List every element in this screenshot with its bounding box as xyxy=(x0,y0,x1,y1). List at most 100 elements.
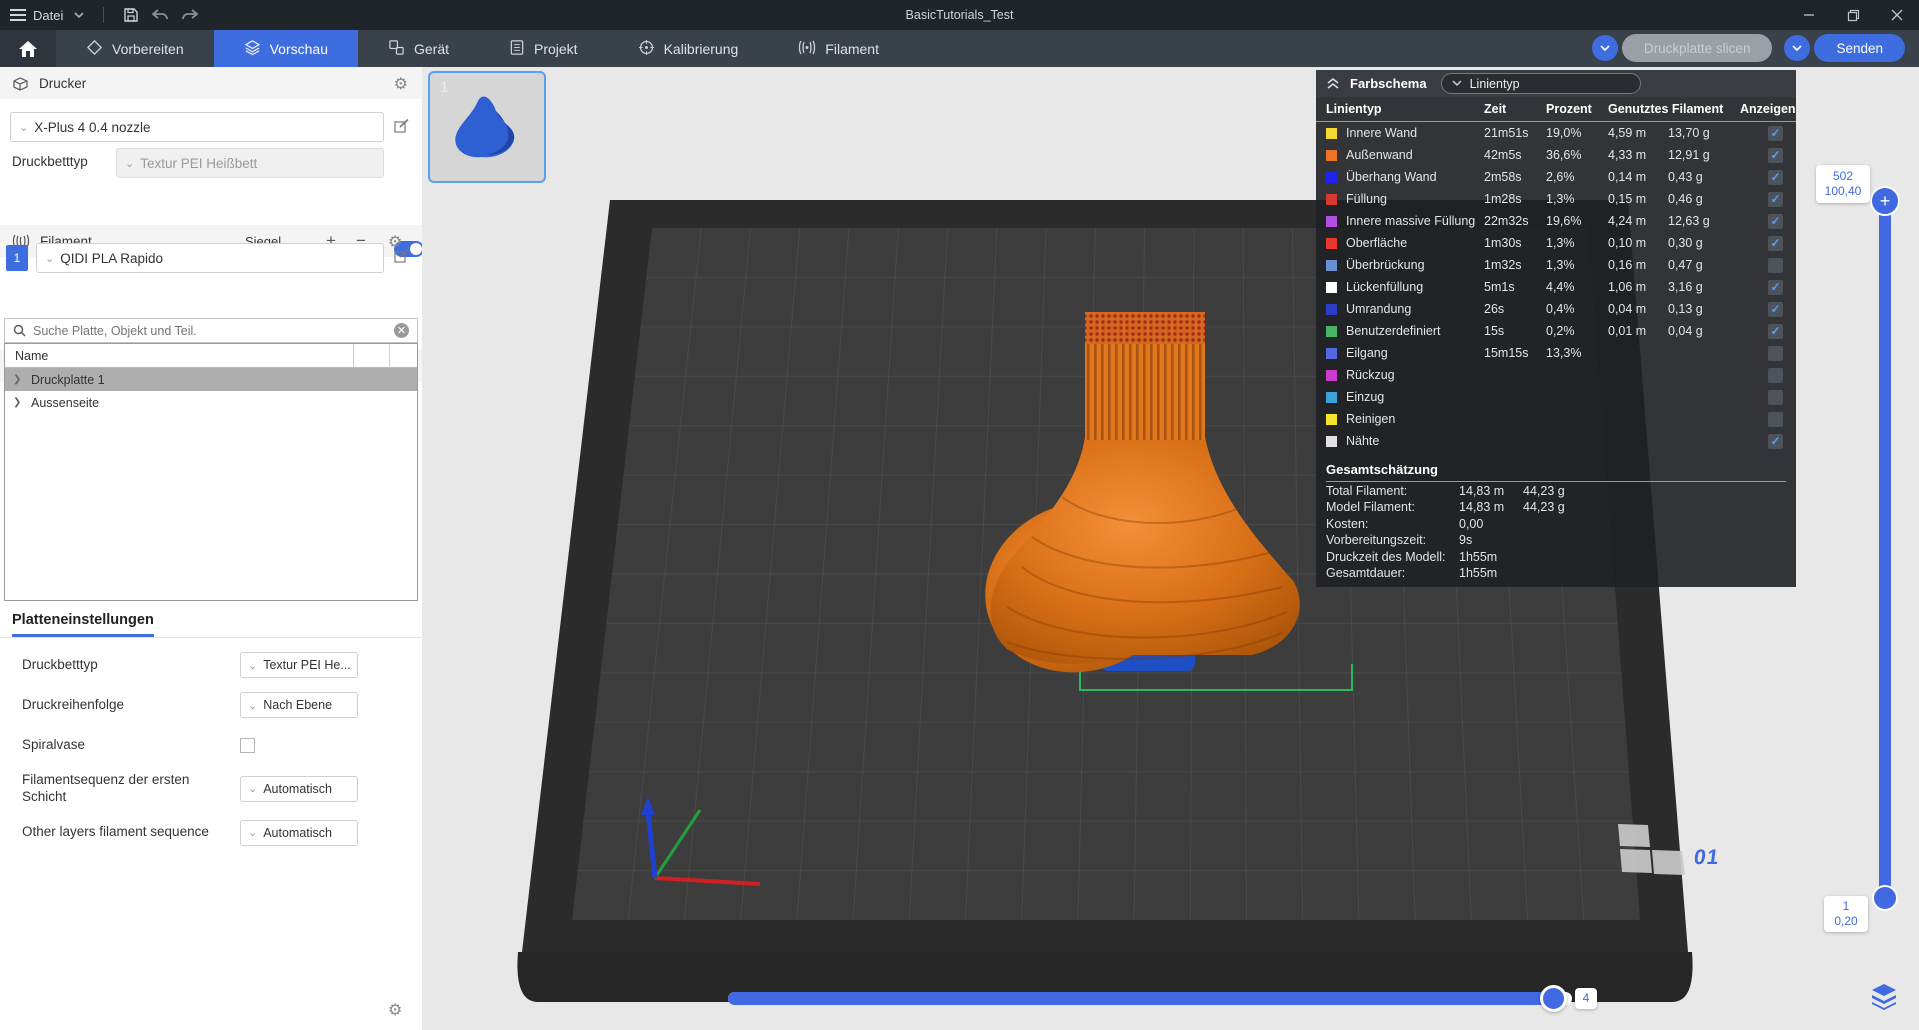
plate-setting-row: Druckbetttyp⌄Textur PEI He... xyxy=(22,652,422,678)
plate-setting-select[interactable]: ⌄Automatisch xyxy=(240,776,358,802)
line-type-color-swatch xyxy=(1326,128,1337,139)
slice-plate-button[interactable]: Druckplatte slicen xyxy=(1622,34,1773,62)
minimize-button[interactable] xyxy=(1787,0,1831,30)
plate-setting-select[interactable]: ⌄Textur PEI He... xyxy=(240,652,358,678)
show-line-type-checkbox[interactable] xyxy=(1768,412,1783,427)
tree-row[interactable]: ❯Aussenseite xyxy=(5,391,417,414)
show-line-type-checkbox[interactable] xyxy=(1768,368,1783,383)
totals-section: Gesamtschätzung Total Filament:14,83 m44… xyxy=(1316,458,1796,581)
expand-chevron-icon[interactable]: ❯ xyxy=(13,374,23,385)
step-slider-track[interactable] xyxy=(728,992,1572,1005)
nav-tab-projekt[interactable]: Projekt xyxy=(479,30,608,67)
title-bar: Datei BasicTutorials_Test xyxy=(0,0,1919,30)
line-type-row: Reinigen xyxy=(1316,408,1796,430)
send-button[interactable]: Senden xyxy=(1814,34,1905,62)
show-line-type-checkbox[interactable]: ✓ xyxy=(1768,170,1783,185)
home-button[interactable] xyxy=(0,30,56,67)
nav-tab-vorschau[interactable]: Vorschau xyxy=(214,30,358,67)
expand-chevron-icon[interactable]: ❯ xyxy=(13,397,23,408)
line-type-color-swatch xyxy=(1326,282,1337,293)
bed-type-select[interactable]: ⌄Textur PEI Heißbett xyxy=(116,148,384,178)
total-row: Vorbereitungszeit:9s xyxy=(1326,533,1786,549)
spiral-vase-checkbox[interactable] xyxy=(240,738,255,753)
line-type-row: Überbrückung1m32s1,3%0,16 m0,47 g xyxy=(1316,254,1796,276)
plate-setting-row: Spiralvase xyxy=(22,732,422,758)
redo-icon[interactable] xyxy=(180,7,200,23)
save-icon[interactable] xyxy=(122,6,140,24)
printer-settings-gear-icon[interactable]: ⚙ xyxy=(394,74,408,93)
preview-icon xyxy=(244,39,261,59)
search-icon xyxy=(13,324,26,337)
step-slider-handle[interactable] xyxy=(1540,985,1567,1012)
show-line-type-checkbox[interactable]: ✓ xyxy=(1768,214,1783,229)
line-type-row: Lückenfüllung5m1s4,4%1,06 m3,16 g✓ xyxy=(1316,276,1796,298)
bed-type-value: Textur PEI Heißbett xyxy=(140,156,257,171)
window-title: BasicTutorials_Test xyxy=(0,8,1919,22)
plate-setting-row: Druckreihenfolge⌄Nach Ebene xyxy=(22,692,422,718)
layer-slider-track[interactable] xyxy=(1879,195,1891,900)
plate-settings-title[interactable]: Platteneinstellungen xyxy=(12,612,154,637)
hamburger-icon xyxy=(10,9,26,21)
search-input[interactable] xyxy=(33,324,387,338)
show-line-type-checkbox[interactable]: ✓ xyxy=(1768,148,1783,163)
show-line-type-checkbox[interactable]: ✓ xyxy=(1768,192,1783,207)
nav-tab-filament[interactable]: Filament xyxy=(768,30,909,67)
chevron-down-icon[interactable] xyxy=(73,11,85,19)
show-line-type-checkbox[interactable] xyxy=(1768,258,1783,273)
plate-thumbnail[interactable]: 1 xyxy=(428,71,546,183)
main-nav: VorbereitenVorschauGerätProjektKalibrier… xyxy=(0,30,1919,67)
nav-tab-gerät[interactable]: Gerät xyxy=(358,30,479,67)
undo-icon[interactable] xyxy=(150,7,170,23)
filament-settings-gear-icon[interactable]: ⚙ xyxy=(388,232,402,251)
total-row: Druckzeit des Modell:1h55m xyxy=(1326,549,1786,565)
edit-filament-icon[interactable] xyxy=(394,249,410,265)
totals-title: Gesamtschätzung xyxy=(1326,458,1786,482)
plate-thumbnail-number: 1 xyxy=(440,79,448,96)
layers-view-icon[interactable] xyxy=(1869,982,1899,1010)
nav-tab-kalibrierung[interactable]: Kalibrierung xyxy=(608,30,769,67)
sidebar-bottom-gear-icon[interactable]: ⚙ xyxy=(388,1000,402,1019)
search-box: ✕ xyxy=(4,318,418,343)
object-tree: Name ❯Druckplatte 1❯Aussenseite xyxy=(4,343,418,601)
line-type-color-swatch xyxy=(1326,326,1337,337)
project-icon xyxy=(509,39,525,59)
layer-slider-bottom-handle[interactable] xyxy=(1872,885,1898,911)
total-row: Total Filament:14,83 m44,23 g xyxy=(1326,483,1786,499)
close-button[interactable] xyxy=(1875,0,1919,30)
send-dropdown-button[interactable] xyxy=(1784,35,1810,61)
clear-search-icon[interactable]: ✕ xyxy=(394,323,409,338)
total-row: Gesamtdauer:1h55m xyxy=(1326,566,1786,582)
show-line-type-checkbox[interactable]: ✓ xyxy=(1768,236,1783,251)
show-line-type-checkbox[interactable]: ✓ xyxy=(1768,280,1783,295)
filament-select[interactable]: ⌄QIDI PLA Rapido xyxy=(36,243,384,273)
tree-row[interactable]: ❯Druckplatte 1 xyxy=(5,368,417,391)
line-type-row: Oberfläche1m30s1,3%0,10 m0,30 g✓ xyxy=(1316,232,1796,254)
edit-printer-icon[interactable] xyxy=(394,119,410,135)
plate-setting-select[interactable]: ⌄Automatisch xyxy=(240,820,358,846)
color-scheme-mode-select[interactable]: Linientyp xyxy=(1441,73,1641,94)
line-type-color-swatch xyxy=(1326,304,1337,315)
file-menu[interactable]: Datei xyxy=(10,8,63,23)
show-line-type-checkbox[interactable] xyxy=(1768,390,1783,405)
filament-slot-badge[interactable]: 1 xyxy=(6,245,28,271)
slice-dropdown-button[interactable] xyxy=(1592,35,1618,61)
show-line-type-checkbox[interactable] xyxy=(1768,346,1783,361)
plate-settings-section: Platteneinstellungen Druckbetttyp⌄Textur… xyxy=(0,612,422,846)
show-line-type-checkbox[interactable]: ✓ xyxy=(1768,434,1783,449)
collapse-panel-icon[interactable] xyxy=(1326,77,1340,90)
layer-slider-top-handle[interactable]: + xyxy=(1870,186,1900,216)
show-line-type-checkbox[interactable]: ✓ xyxy=(1768,324,1783,339)
filament-icon xyxy=(798,40,816,58)
printer-select[interactable]: ⌄X-Plus 4 0.4 nozzle xyxy=(10,112,384,142)
layer-slider-top-tooltip: 502100,40 xyxy=(1816,165,1870,203)
line-type-row: Benutzerdefiniert15s0,2%0,01 m0,04 g✓ xyxy=(1316,320,1796,342)
line-type-row: Außenwand42m5s36,6%4,33 m12,91 g✓ xyxy=(1316,144,1796,166)
nav-tab-vorbereiten[interactable]: Vorbereiten xyxy=(56,30,214,67)
color-scheme-panel: Farbschema Linientyp Linientyp Zeit Proz… xyxy=(1316,70,1796,587)
restore-button[interactable] xyxy=(1831,0,1875,30)
line-type-row: Einzug xyxy=(1316,386,1796,408)
show-line-type-checkbox[interactable]: ✓ xyxy=(1768,302,1783,317)
line-type-color-swatch xyxy=(1326,172,1337,183)
plate-setting-select[interactable]: ⌄Nach Ebene xyxy=(240,692,358,718)
show-line-type-checkbox[interactable]: ✓ xyxy=(1768,126,1783,141)
